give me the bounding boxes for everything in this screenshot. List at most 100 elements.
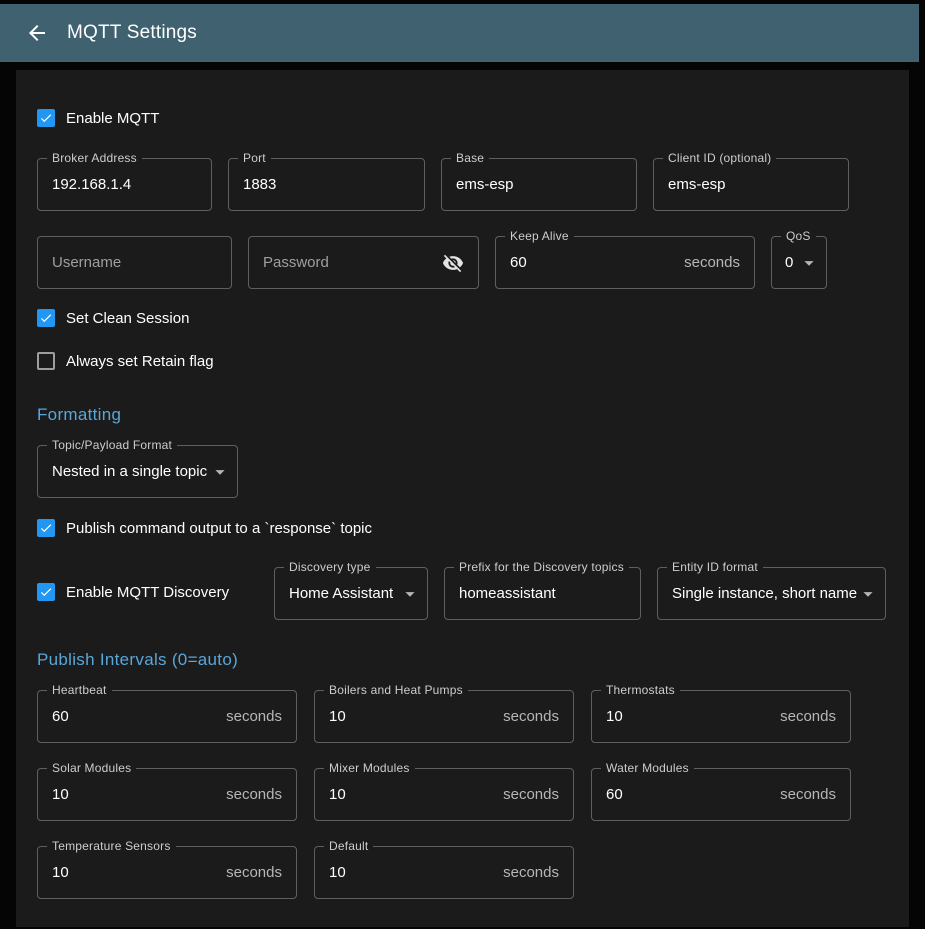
seconds-suffix: seconds	[780, 708, 836, 725]
port-field[interactable]: Port	[228, 158, 425, 211]
dropdown-arrow-icon	[399, 583, 421, 605]
checkbox-icon	[37, 583, 55, 601]
clean-session-checkbox[interactable]: Set Clean Session	[37, 308, 189, 328]
enable-mqtt-checkbox[interactable]: Enable MQTT	[37, 108, 159, 128]
enable-mqtt-label: Enable MQTT	[66, 110, 159, 127]
checkbox-icon	[37, 309, 55, 327]
broker-address-input[interactable]	[52, 176, 197, 193]
toggle-password-visibility-button[interactable]	[442, 252, 464, 274]
qos-value: 0	[785, 254, 793, 271]
broker-settings-row: Broker Address Port Base Client ID (opti…	[37, 158, 888, 211]
interval-field-default[interactable]: Default seconds	[314, 846, 574, 899]
interval-label: Default	[324, 839, 373, 854]
interval-field-water[interactable]: Water Modules seconds	[591, 768, 851, 821]
interval-field-temperature-sensors[interactable]: Temperature Sensors seconds	[37, 846, 297, 899]
interval-input-default[interactable]	[329, 864, 495, 881]
base-input[interactable]	[456, 176, 622, 193]
password-input[interactable]	[263, 254, 434, 271]
enable-discovery-label: Enable MQTT Discovery	[66, 584, 229, 601]
interval-field-mixer[interactable]: Mixer Modules seconds	[314, 768, 574, 821]
interval-input-heartbeat[interactable]	[52, 708, 218, 725]
seconds-suffix: seconds	[226, 864, 282, 881]
clean-session-label: Set Clean Session	[66, 310, 189, 327]
interval-input-water[interactable]	[606, 786, 772, 803]
retain-flag-label: Always set Retain flag	[66, 353, 214, 370]
topic-format-row: Topic/Payload Format Nested in a single …	[37, 445, 888, 498]
seconds-suffix: seconds	[226, 708, 282, 725]
keep-alive-label: Keep Alive	[505, 229, 574, 244]
entity-id-format-select[interactable]: Entity ID format Single instance, short …	[657, 567, 886, 620]
base-label: Base	[451, 151, 489, 166]
arrow-back-icon	[25, 21, 49, 45]
client-id-field[interactable]: Client ID (optional)	[653, 158, 849, 211]
dropdown-arrow-icon	[798, 252, 820, 274]
interval-field-thermostats[interactable]: Thermostats seconds	[591, 690, 851, 743]
interval-label: Temperature Sensors	[47, 839, 176, 854]
seconds-suffix: seconds	[503, 864, 559, 881]
qos-select[interactable]: QoS 0	[771, 236, 827, 289]
client-id-label: Client ID (optional)	[663, 151, 776, 166]
dropdown-arrow-icon	[857, 583, 879, 605]
port-label: Port	[238, 151, 271, 166]
publish-intervals-grid: Heartbeat seconds Boilers and Heat Pumps…	[37, 690, 888, 899]
discovery-prefix-label: Prefix for the Discovery topics	[454, 560, 629, 575]
entity-id-format-value: Single instance, short name	[672, 585, 857, 602]
formatting-heading: Formatting	[37, 405, 888, 426]
interval-label: Thermostats	[601, 683, 680, 698]
dropdown-arrow-icon	[209, 461, 231, 483]
discovery-prefix-field[interactable]: Prefix for the Discovery topics	[444, 567, 641, 620]
interval-input-temperature-sensors[interactable]	[52, 864, 218, 881]
seconds-suffix: seconds	[503, 786, 559, 803]
seconds-suffix: seconds	[780, 786, 836, 803]
keep-alive-field[interactable]: Keep Alive seconds	[495, 236, 755, 289]
interval-input-mixer[interactable]	[329, 786, 495, 803]
discovery-type-select[interactable]: Discovery type Home Assistant	[274, 567, 428, 620]
credentials-row: Keep Alive seconds QoS 0	[37, 236, 888, 289]
interval-label: Heartbeat	[47, 683, 112, 698]
interval-input-boilers[interactable]	[329, 708, 495, 725]
interval-label: Mixer Modules	[324, 761, 415, 776]
appbar: MQTT Settings	[0, 4, 919, 62]
entity-id-format-label: Entity ID format	[667, 560, 763, 575]
topic-payload-format-label: Topic/Payload Format	[47, 438, 177, 453]
mqtt-settings-card: Enable MQTT Broker Address Port Base Cli…	[16, 70, 909, 927]
discovery-prefix-input[interactable]	[459, 585, 626, 602]
page-title: MQTT Settings	[67, 22, 197, 44]
broker-address-field[interactable]: Broker Address	[37, 158, 212, 211]
interval-label: Boilers and Heat Pumps	[324, 683, 468, 698]
checkbox-icon	[37, 109, 55, 127]
publish-response-checkbox[interactable]: Publish command output to a `response` t…	[37, 518, 372, 538]
checkbox-icon	[37, 352, 55, 370]
interval-label: Solar Modules	[47, 761, 136, 776]
interval-input-solar[interactable]	[52, 786, 218, 803]
topic-payload-format-select[interactable]: Topic/Payload Format Nested in a single …	[37, 445, 238, 498]
discovery-row: Enable MQTT Discovery Discovery type Hom…	[37, 567, 888, 620]
interval-field-heartbeat[interactable]: Heartbeat seconds	[37, 690, 297, 743]
port-input[interactable]	[243, 176, 410, 193]
enable-discovery-checkbox[interactable]: Enable MQTT Discovery	[37, 582, 229, 602]
back-button[interactable]	[25, 21, 49, 45]
password-field[interactable]	[248, 236, 479, 289]
discovery-type-value: Home Assistant	[289, 585, 393, 602]
keep-alive-suffix: seconds	[684, 254, 740, 271]
retain-flag-checkbox[interactable]: Always set Retain flag	[37, 351, 214, 371]
publish-response-label: Publish command output to a `response` t…	[66, 520, 372, 537]
topic-payload-format-value: Nested in a single topic	[52, 463, 207, 480]
checkbox-icon	[37, 519, 55, 537]
interval-input-thermostats[interactable]	[606, 708, 772, 725]
publish-intervals-heading: Publish Intervals (0=auto)	[37, 650, 888, 671]
interval-field-boilers[interactable]: Boilers and Heat Pumps seconds	[314, 690, 574, 743]
seconds-suffix: seconds	[226, 786, 282, 803]
seconds-suffix: seconds	[503, 708, 559, 725]
interval-field-solar[interactable]: Solar Modules seconds	[37, 768, 297, 821]
visibility-off-icon	[442, 252, 464, 274]
keep-alive-input[interactable]	[510, 254, 676, 271]
username-input[interactable]	[52, 254, 217, 271]
base-field[interactable]: Base	[441, 158, 637, 211]
discovery-type-label: Discovery type	[284, 560, 376, 575]
username-field[interactable]	[37, 236, 232, 289]
interval-label: Water Modules	[601, 761, 694, 776]
client-id-input[interactable]	[668, 176, 834, 193]
qos-label: QoS	[781, 229, 816, 244]
broker-address-label: Broker Address	[47, 151, 142, 166]
